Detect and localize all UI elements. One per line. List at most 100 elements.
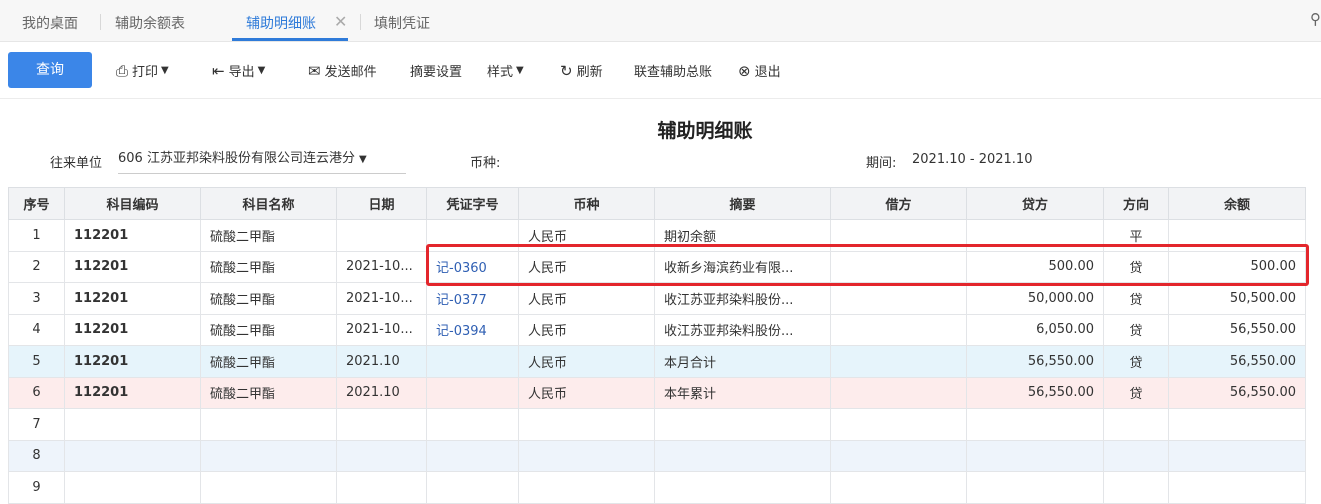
- direction-cell: 贷: [1103, 250, 1169, 283]
- date-cell: [336, 439, 427, 472]
- col-header[interactable]: 摘要: [654, 187, 831, 220]
- balance-cell: [1168, 408, 1306, 441]
- voucher-link-cell: [426, 471, 519, 504]
- row-number-cell: 8: [8, 439, 65, 472]
- date-cell: [336, 408, 427, 441]
- voucher-link-cell: [426, 439, 519, 472]
- summary-cell: [654, 439, 831, 472]
- date-cell: 2021-10...: [336, 313, 427, 346]
- style-button[interactable]: 样式 ▼: [487, 61, 524, 80]
- table-row[interactable]: 7: [8, 408, 1306, 441]
- export-icon: ⇤: [212, 61, 225, 80]
- tab-fill-voucher[interactable]: 填制凭证: [374, 13, 430, 33]
- account-code-cell: 112201: [64, 250, 201, 283]
- tab-my-desktop[interactable]: 我的桌面: [22, 13, 78, 33]
- tab-bar: 我的桌面 辅助余额表 辅助明细账 ✕ 填制凭证 ⚲: [0, 0, 1321, 42]
- table-header-row: 序号 科目编码 科目名称 日期 凭证字号 币种 摘要 借方 贷方 方向 余额: [8, 187, 1306, 220]
- balance-cell: 56,550.00: [1168, 345, 1306, 378]
- exit-label: 退出: [754, 65, 781, 80]
- voucher-link-cell[interactable]: 记-0394: [426, 313, 519, 346]
- table-row[interactable]: 1 112201 硫酸二甲酯 人民币 期初余额 平: [8, 219, 1306, 252]
- linked-ledger-label: 联查辅助总账: [634, 65, 713, 80]
- date-cell: 2021.10: [336, 345, 427, 378]
- direction-cell: 平: [1103, 219, 1169, 252]
- row-number-cell: 9: [8, 471, 65, 504]
- send-email-button[interactable]: ✉ 发送邮件: [308, 61, 377, 81]
- account-name-cell: 硫酸二甲酯: [200, 250, 337, 283]
- tab-aux-balance[interactable]: 辅助余额表: [115, 13, 185, 33]
- table-row[interactable]: 2 112201 硫酸二甲酯 2021-10... 记-0360 人民币 收新乡海滨药业有限…: [8, 250, 1306, 283]
- summary-settings-button[interactable]: 摘要设置: [410, 61, 462, 80]
- account-name-cell: [200, 439, 337, 472]
- table-row[interactable]: 4 112201 硫酸二甲酯 2021-10... 记-0394 人民币 收江苏亚邦染料股份…: [8, 313, 1306, 346]
- col-header[interactable]: 贷方: [966, 187, 1104, 220]
- balance-cell: 56,550.00: [1168, 313, 1306, 346]
- credit-cell: 6,050.00: [966, 313, 1104, 346]
- summary-cell: 收江苏亚邦染料股份...: [654, 282, 831, 315]
- col-header[interactable]: 序号: [8, 187, 65, 220]
- date-cell: 2021.10: [336, 376, 427, 409]
- currency-cell: 人民币: [518, 313, 655, 346]
- voucher-link-cell: [426, 345, 519, 378]
- debit-cell: [830, 282, 967, 315]
- currency-cell: 人民币: [518, 345, 655, 378]
- voucher-link-cell[interactable]: 记-0377: [426, 282, 519, 315]
- print-button[interactable]: ⎙ 打印 ▼: [116, 61, 169, 81]
- close-circle-icon: ⊗: [738, 61, 751, 80]
- date-cell: 2021-10...: [336, 250, 427, 283]
- table-row[interactable]: 5 112201 硫酸二甲酯 2021.10 人民币 本月合计 56,550.00 贷 56,5…: [8, 345, 1306, 378]
- direction-cell: 贷: [1103, 282, 1169, 315]
- row-number-cell: 4: [8, 313, 65, 346]
- account-code-cell: 112201: [64, 219, 201, 252]
- refresh-icon: ↻: [560, 61, 573, 80]
- exit-button[interactable]: ⊗ 退出: [738, 61, 781, 81]
- debit-cell: [830, 345, 967, 378]
- col-header[interactable]: 科目名称: [200, 187, 337, 220]
- voucher-link-cell[interactable]: 记-0360: [426, 250, 519, 283]
- table-row[interactable]: 6 112201 硫酸二甲酯 2021.10 人民币 本年累计 56,550.00 贷 56,5…: [8, 376, 1306, 409]
- table-row[interactable]: 8: [8, 439, 1306, 472]
- col-header[interactable]: 方向: [1103, 187, 1169, 220]
- currency-cell: 人民币: [518, 219, 655, 252]
- row-number-cell: 7: [8, 408, 65, 441]
- account-code-cell: [64, 471, 201, 504]
- balance-cell: 500.00: [1168, 250, 1306, 283]
- row-number-cell: 1: [8, 219, 65, 252]
- account-code-cell: 112201: [64, 282, 201, 315]
- credit-cell: 56,550.00: [966, 376, 1104, 409]
- close-icon[interactable]: ✕: [334, 12, 347, 31]
- table-row[interactable]: 3 112201 硫酸二甲酯 2021-10... 记-0377 人民币 收江苏亚邦染料股份…: [8, 282, 1306, 315]
- unit-select[interactable]: 606 江苏亚邦染料股份有限公司连云港分 ▼: [118, 146, 406, 174]
- col-header[interactable]: 余额: [1168, 187, 1306, 220]
- export-button[interactable]: ⇤ 导出 ▼: [212, 61, 265, 81]
- search-icon[interactable]: ⚲: [1310, 10, 1321, 28]
- col-header[interactable]: 币种: [518, 187, 655, 220]
- refresh-label: 刷新: [576, 65, 603, 80]
- direction-cell: [1103, 408, 1169, 441]
- linked-ledger-button[interactable]: 联查辅助总账: [634, 61, 712, 80]
- summary-cell: 收新乡海滨药业有限...: [654, 250, 831, 283]
- tab-aux-detail[interactable]: 辅助明细账: [246, 13, 316, 33]
- currency-cell: [518, 439, 655, 472]
- balance-cell: [1168, 471, 1306, 504]
- date-cell: 2021-10...: [336, 282, 427, 315]
- voucher-link-cell: [426, 408, 519, 441]
- debit-cell: [830, 250, 967, 283]
- col-header[interactable]: 日期: [336, 187, 427, 220]
- balance-cell: [1168, 219, 1306, 252]
- credit-cell: 56,550.00: [966, 345, 1104, 378]
- query-button[interactable]: 查询: [8, 52, 92, 88]
- row-number-cell: 3: [8, 282, 65, 315]
- col-header[interactable]: 借方: [830, 187, 967, 220]
- col-header[interactable]: 科目编码: [64, 187, 201, 220]
- refresh-button[interactable]: ↻ 刷新: [560, 61, 603, 81]
- table-row[interactable]: 9: [8, 471, 1306, 504]
- col-header[interactable]: 凭证字号: [426, 187, 519, 220]
- currency-cell: 人民币: [518, 282, 655, 315]
- currency-cell: [518, 408, 655, 441]
- account-name-cell: 硫酸二甲酯: [200, 282, 337, 315]
- row-number-cell: 5: [8, 345, 65, 378]
- direction-cell: [1103, 471, 1169, 504]
- chevron-down-icon: ▼: [516, 65, 524, 76]
- export-label: 导出: [228, 65, 255, 80]
